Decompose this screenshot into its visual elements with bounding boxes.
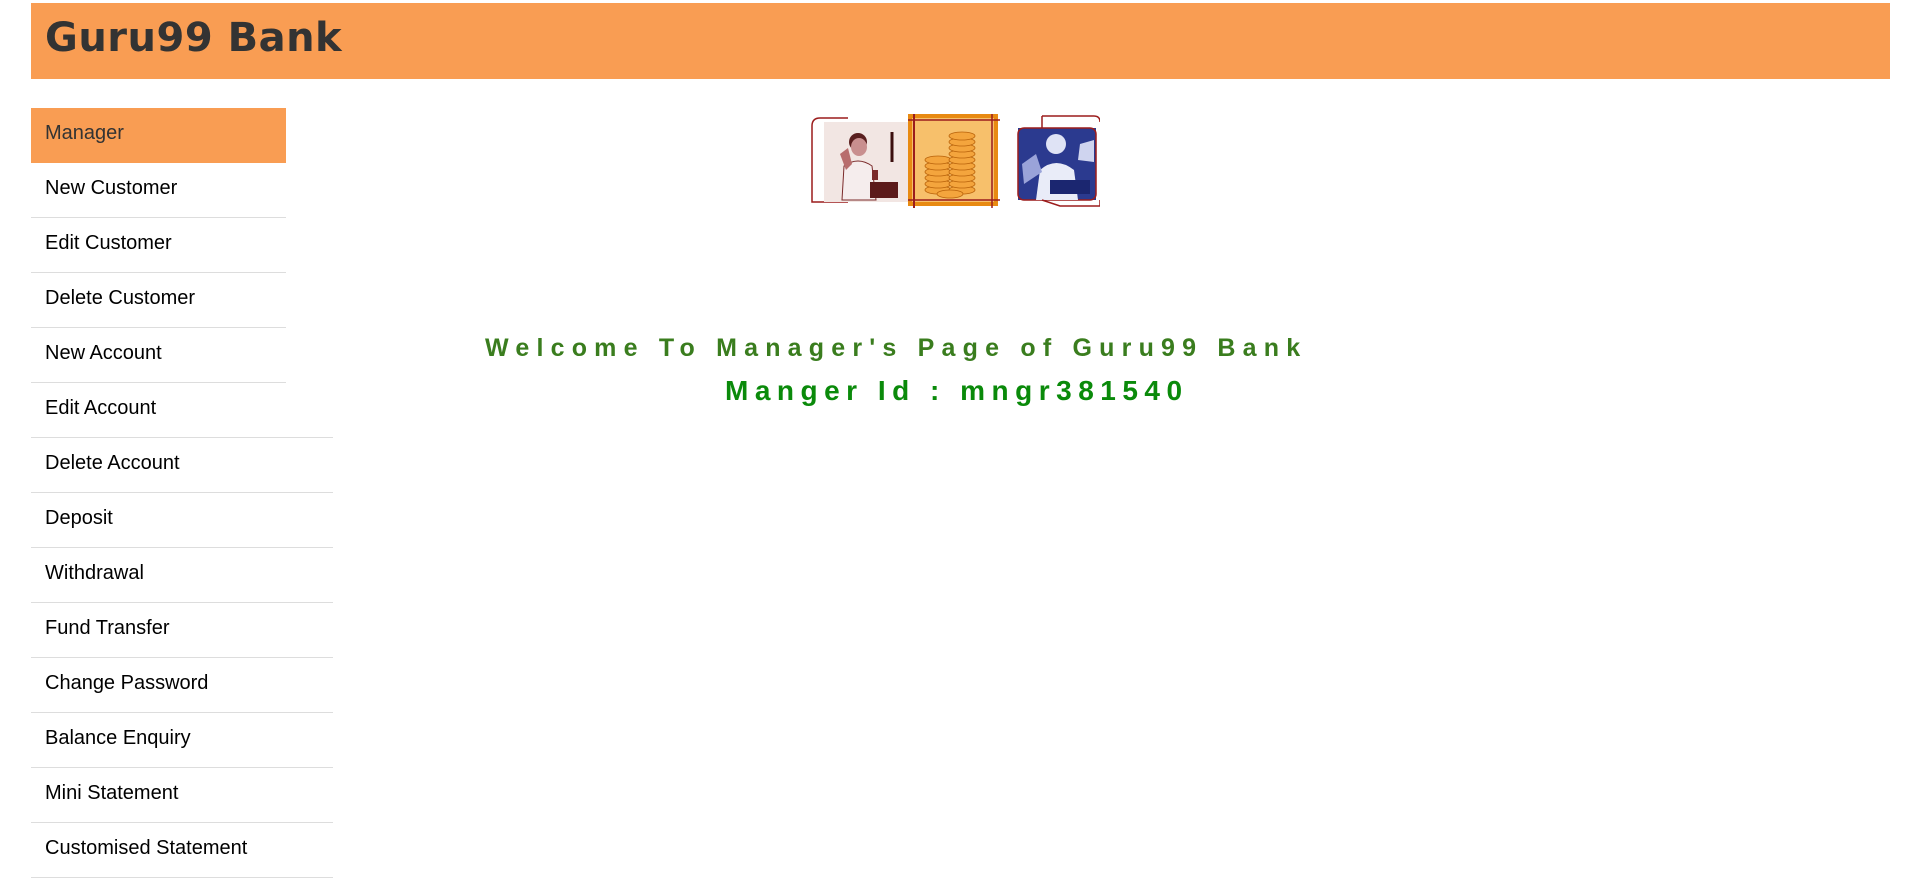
sidebar-item-label: Mini Statement xyxy=(45,782,179,804)
sidebar-item-label: New Account xyxy=(45,342,162,364)
site-header: Guru99 Bank xyxy=(31,3,1890,79)
sidebar-item-label: Delete Account xyxy=(45,452,180,474)
sidebar-menu: Manager New Customer Edit Customer Delet… xyxy=(31,108,333,878)
site-title: Guru99 Bank xyxy=(45,15,343,61)
sidebar-item-label: New Customer xyxy=(45,177,178,199)
sidebar-item-delete-account[interactable]: Delete Account xyxy=(31,438,333,493)
welcome-heading: Welcome To Manager's Page of Guru99 Bank xyxy=(485,334,1308,362)
sidebar-item-label: Edit Account xyxy=(45,397,157,419)
sidebar-item-label: Delete Customer xyxy=(45,287,196,309)
sidebar-item-label: Change Password xyxy=(45,672,209,694)
sidebar-item-new-account[interactable]: New Account xyxy=(31,328,286,383)
sidebar-item-change-password[interactable]: Change Password xyxy=(31,658,333,713)
sidebar-item-mini-statement[interactable]: Mini Statement xyxy=(31,768,333,823)
sidebar-item-customised-statement[interactable]: Customised Statement xyxy=(31,823,333,878)
sidebar-item-balance-enquiry[interactable]: Balance Enquiry xyxy=(31,713,333,768)
sidebar-item-withdrawal[interactable]: Withdrawal xyxy=(31,548,333,603)
sidebar-item-label: Customised Statement xyxy=(45,837,248,859)
sidebar-item-label: Deposit xyxy=(45,507,113,529)
bank-banner-image xyxy=(810,114,1101,208)
sidebar-item-deposit[interactable]: Deposit xyxy=(31,493,333,548)
sidebar-item-label: Edit Customer xyxy=(45,232,172,254)
sidebar-item-label: Withdrawal xyxy=(45,562,144,584)
sidebar-item-label: Balance Enquiry xyxy=(45,727,191,749)
sidebar-item-delete-customer[interactable]: Delete Customer xyxy=(31,273,286,328)
sidebar-item-label: Fund Transfer xyxy=(45,617,170,639)
manager-id-text: Manger Id : mngr381540 xyxy=(725,375,1189,406)
sidebar-item-fund-transfer[interactable]: Fund Transfer xyxy=(31,603,333,658)
sidebar-item-label: Manager xyxy=(45,122,124,144)
sidebar-item-edit-account[interactable]: Edit Account xyxy=(31,383,333,438)
sidebar-item-edit-customer[interactable]: Edit Customer xyxy=(31,218,286,273)
sidebar-item-manager[interactable]: Manager xyxy=(31,108,286,163)
sidebar-item-new-customer[interactable]: New Customer xyxy=(31,163,286,218)
